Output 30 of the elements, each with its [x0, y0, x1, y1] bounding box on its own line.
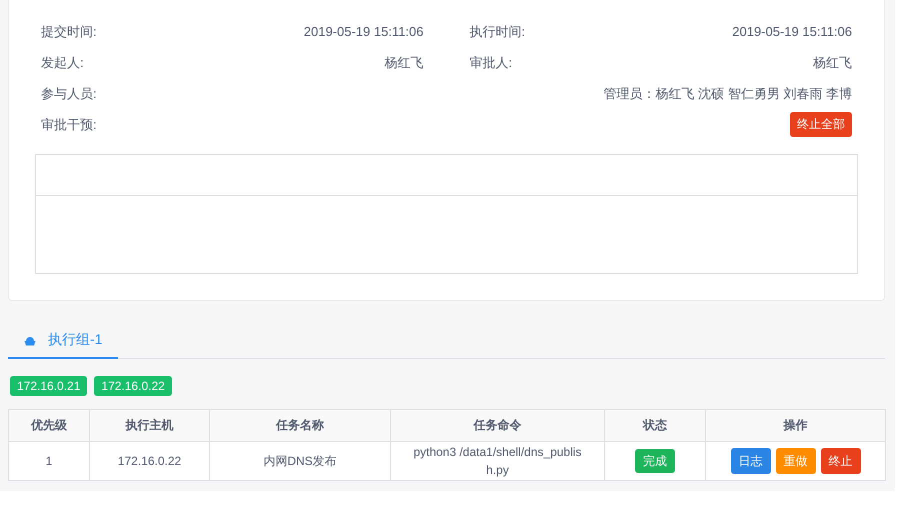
host-tag: 172.16.0.22: [94, 376, 172, 396]
column-header: 执行主机: [90, 410, 210, 442]
action-button[interactable]: 日志: [730, 448, 770, 474]
field-label: 参与人员:: [41, 84, 97, 102]
field-label: 发起人:: [41, 54, 84, 72]
table-cell: 内网DNS发布: [210, 442, 390, 480]
field-label: 审批干预:: [41, 116, 97, 134]
column-header: 优先级: [8, 410, 90, 442]
status-badge: 完成: [635, 449, 675, 473]
column-header: 状态: [604, 410, 706, 442]
field-value: 2019-05-19 15:11:06: [732, 24, 852, 39]
action-button[interactable]: 终止: [820, 448, 860, 474]
field-label: 审批人:: [470, 54, 512, 72]
group-tab[interactable]: 执行组-1: [8, 323, 118, 359]
column-header: 操作: [706, 410, 886, 442]
column-header: 任务命令: [390, 410, 604, 442]
field-value: 管理员：杨红飞 沈硕 智仁勇男 刘春雨 李博: [604, 84, 852, 102]
host-tag: 172.16.0.21: [10, 376, 88, 396]
field-value: 杨红飞: [384, 54, 424, 72]
column-header: 任务名称: [210, 410, 390, 442]
field-label: 执行时间:: [470, 22, 526, 40]
field-value: 杨红飞: [813, 54, 852, 72]
stop-all-button[interactable]: 终止全部: [790, 112, 852, 137]
table-cell: python3 /data1/shell/dns_publish.py: [390, 442, 604, 480]
action-button[interactable]: 重做: [776, 448, 816, 474]
field-value: 2019-05-19 15:11:06: [304, 24, 424, 39]
table-cell: 172.16.0.22: [90, 442, 210, 480]
table-cell: 1: [8, 442, 90, 480]
cloud-icon: [24, 334, 36, 346]
field-label: 提交时间:: [41, 22, 97, 40]
